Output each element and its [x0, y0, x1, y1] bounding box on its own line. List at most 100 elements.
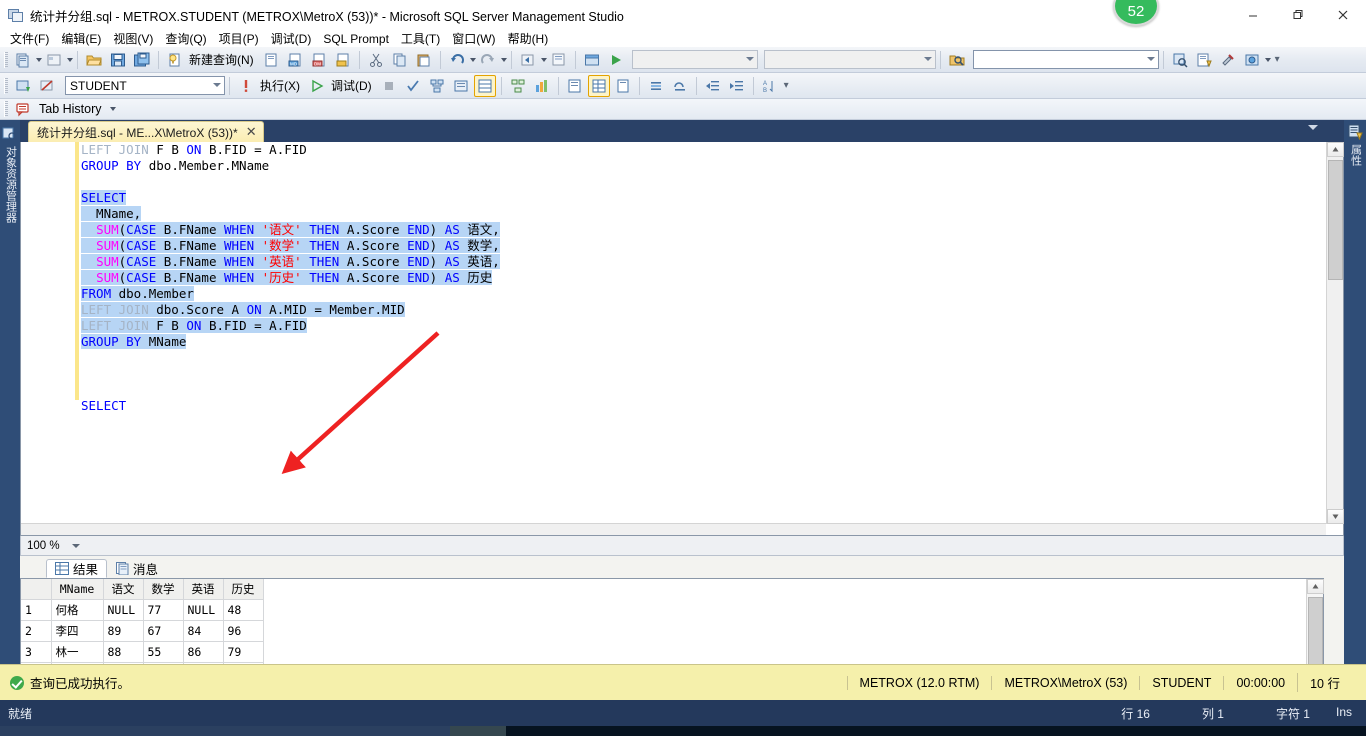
- include-client-statistics-icon[interactable]: [531, 75, 553, 97]
- show-query-window-icon[interactable]: [581, 49, 603, 71]
- tab-results[interactable]: 结果: [46, 559, 108, 578]
- toolbar-combo-1[interactable]: [631, 50, 758, 69]
- connect-icon[interactable]: [12, 75, 34, 97]
- cell-yuwen[interactable]: 88: [103, 641, 144, 663]
- increase-indent-icon[interactable]: [726, 75, 748, 97]
- template-explorer-icon[interactable]: [1193, 49, 1215, 71]
- execute-icon[interactable]: [235, 75, 257, 97]
- paste-icon[interactable]: [413, 49, 435, 71]
- redo-icon[interactable]: [477, 49, 499, 71]
- display-estimated-plan-icon[interactable]: [426, 75, 448, 97]
- new-dmx-query-icon[interactable]: DM: [308, 49, 330, 71]
- column-header[interactable]: 历史: [223, 579, 264, 600]
- cell-lishi[interactable]: 96: [223, 620, 264, 642]
- menu-item-tools[interactable]: 工具(T): [395, 29, 446, 48]
- new-file-dropdown-icon[interactable]: [36, 57, 42, 62]
- find-in-files-icon[interactable]: [946, 49, 968, 71]
- menu-item-edit[interactable]: 编辑(E): [55, 29, 107, 48]
- new-query-icon[interactable]: [164, 49, 186, 71]
- editor-code-area[interactable]: LEFT JOIN F B ON B.FID = A.FID13GROUP BY…: [81, 142, 1313, 523]
- properties-window-icon[interactable]: [1217, 49, 1239, 71]
- sql-editor[interactable]: LEFT JOIN F B ON B.FID = A.FID13GROUP BY…: [20, 142, 1344, 536]
- editor-line[interactable]: SUM(CASE B.FName WHEN '语文' THEN A.Score …: [81, 222, 1313, 238]
- tab-history-icon[interactable]: [12, 98, 34, 120]
- disconnect-icon[interactable]: [36, 75, 58, 97]
- cell-mname[interactable]: 何格: [50, 598, 104, 621]
- editor-line[interactable]: 26: [81, 350, 1313, 366]
- results-to-grid-icon[interactable]: [473, 74, 496, 97]
- cell-shuxue[interactable]: 77: [143, 599, 184, 621]
- table-row[interactable]: 1 何格 NULL 77 NULL 48: [21, 598, 264, 621]
- results-to-text-icon[interactable]: [564, 75, 586, 97]
- editor-line[interactable]: SUM(CASE B.FName WHEN '数学' THEN A.Score …: [81, 238, 1313, 254]
- cell-yuwen[interactable]: 89: [103, 620, 144, 642]
- database-selector[interactable]: STUDENT: [65, 76, 225, 95]
- editor-line[interactable]: -SELECT16: [81, 190, 1313, 206]
- navigate-dropdown-icon[interactable]: [540, 57, 547, 62]
- toolbar-grip[interactable]: [4, 51, 8, 68]
- toolbar-combo-2[interactable]: [763, 50, 936, 69]
- execute-label[interactable]: 执行(X): [258, 77, 305, 94]
- include-actual-plan-icon[interactable]: [507, 75, 529, 97]
- tab-list-dropdown-icon[interactable]: [1308, 125, 1318, 130]
- cell-mname[interactable]: 林一: [51, 641, 104, 663]
- column-header[interactable]: 英语: [183, 579, 224, 600]
- cut-icon[interactable]: [365, 49, 387, 71]
- solution-explorer-icon[interactable]: [548, 49, 570, 71]
- new-xmla-query-icon[interactable]: [332, 49, 354, 71]
- toolbar-overflow-icon[interactable]: ▾: [1275, 54, 1280, 65]
- editor-line[interactable]: 27: [81, 366, 1313, 382]
- grid-scroll-up-icon[interactable]: [1307, 579, 1324, 594]
- row-number-cell[interactable]: 2: [21, 620, 52, 642]
- editor-line[interactable]: 15: [81, 174, 1313, 190]
- save-icon[interactable]: [107, 49, 129, 71]
- new-file-icon[interactable]: [12, 49, 34, 71]
- properties-icon[interactable]: [1347, 124, 1363, 141]
- editor-line[interactable]: 28: [81, 382, 1313, 398]
- editor-line[interactable]: -SELECT29: [81, 398, 1313, 414]
- menu-item-query[interactable]: 查询(Q): [159, 29, 212, 48]
- editor-line[interactable]: SUM(CASE B.FName WHEN '历史' THEN A.Score …: [81, 270, 1313, 286]
- cell-yingyu[interactable]: 84: [183, 620, 224, 642]
- toolbar-grip[interactable]: [4, 77, 8, 94]
- column-header[interactable]: 数学: [143, 579, 184, 600]
- minimize-button[interactable]: [1230, 0, 1275, 30]
- cell-yingyu[interactable]: NULL: [183, 599, 224, 621]
- undo-icon[interactable]: [446, 49, 468, 71]
- cell-lishi[interactable]: 79: [223, 641, 264, 663]
- toolbar-search-input[interactable]: [972, 50, 1159, 69]
- toolbox-dropdown-icon[interactable]: [1264, 57, 1271, 62]
- object-explorer-sidebar[interactable]: 对象资源管理器: [0, 120, 20, 700]
- stop-icon[interactable]: [378, 75, 400, 97]
- cell-yuwen[interactable]: NULL: [103, 599, 144, 621]
- save-all-icon[interactable]: [131, 49, 153, 71]
- copy-icon[interactable]: [389, 49, 411, 71]
- new-project-dropdown-icon[interactable]: [67, 57, 73, 62]
- editor-line[interactable]: LEFT JOIN dbo.Score A ON A.MID = Member.…: [81, 302, 1313, 318]
- editor-line[interactable]: MName,17: [81, 206, 1313, 222]
- redo-dropdown-icon[interactable]: [500, 57, 507, 62]
- editor-line[interactable]: LEFT JOIN F B ON B.FID = A.FID24: [81, 318, 1313, 334]
- decrease-indent-icon[interactable]: [702, 75, 724, 97]
- cell-mname[interactable]: 李四: [51, 620, 104, 642]
- table-row[interactable]: 2 李四 89 67 84 96: [21, 620, 264, 642]
- format-sort-icon[interactable]: AB: [759, 75, 781, 97]
- editor-line[interactable]: FROM dbo.Member22: [81, 286, 1313, 302]
- cell-shuxue[interactable]: 55: [143, 641, 184, 663]
- column-header[interactable]: 语文: [103, 579, 144, 600]
- tab-history-dropdown-icon[interactable]: [109, 107, 116, 111]
- tab-history-label[interactable]: Tab History: [35, 102, 102, 116]
- column-header[interactable]: MName: [51, 579, 104, 600]
- editor-line[interactable]: GROUP BY dbo.Member.MName14: [81, 158, 1313, 174]
- new-project-icon[interactable]: [43, 49, 65, 71]
- open-file-icon[interactable]: [83, 49, 105, 71]
- menu-item-file[interactable]: 文件(F): [4, 29, 55, 48]
- tab-history-grip[interactable]: [4, 101, 8, 117]
- menu-item-window[interactable]: 窗口(W): [446, 29, 501, 48]
- editor-vertical-scrollbar[interactable]: [1326, 142, 1344, 524]
- maximize-restore-button[interactable]: [1275, 0, 1320, 30]
- row-number-cell[interactable]: 3: [21, 641, 52, 663]
- close-button[interactable]: [1320, 0, 1366, 30]
- debug-label[interactable]: 调试(D): [329, 77, 377, 94]
- zoom-level-selector[interactable]: 100 %: [27, 540, 80, 552]
